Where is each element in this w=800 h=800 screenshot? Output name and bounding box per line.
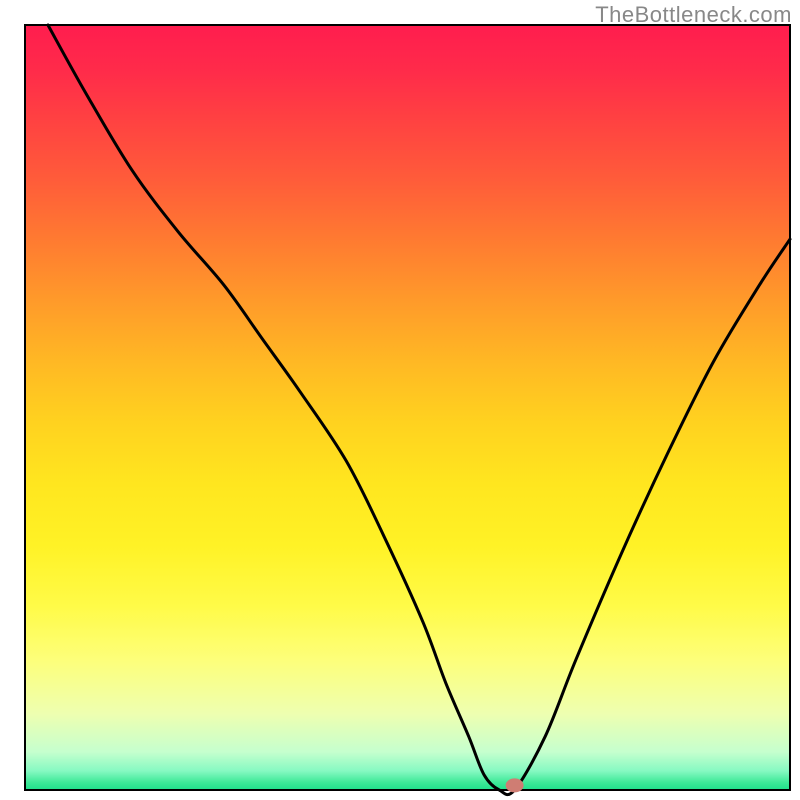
optimal-marker bbox=[506, 778, 524, 792]
plot-background bbox=[25, 25, 790, 790]
bottleneck-chart: TheBottleneck.com bbox=[0, 0, 800, 800]
chart-svg bbox=[0, 0, 800, 800]
watermark-text: TheBottleneck.com bbox=[595, 2, 792, 28]
